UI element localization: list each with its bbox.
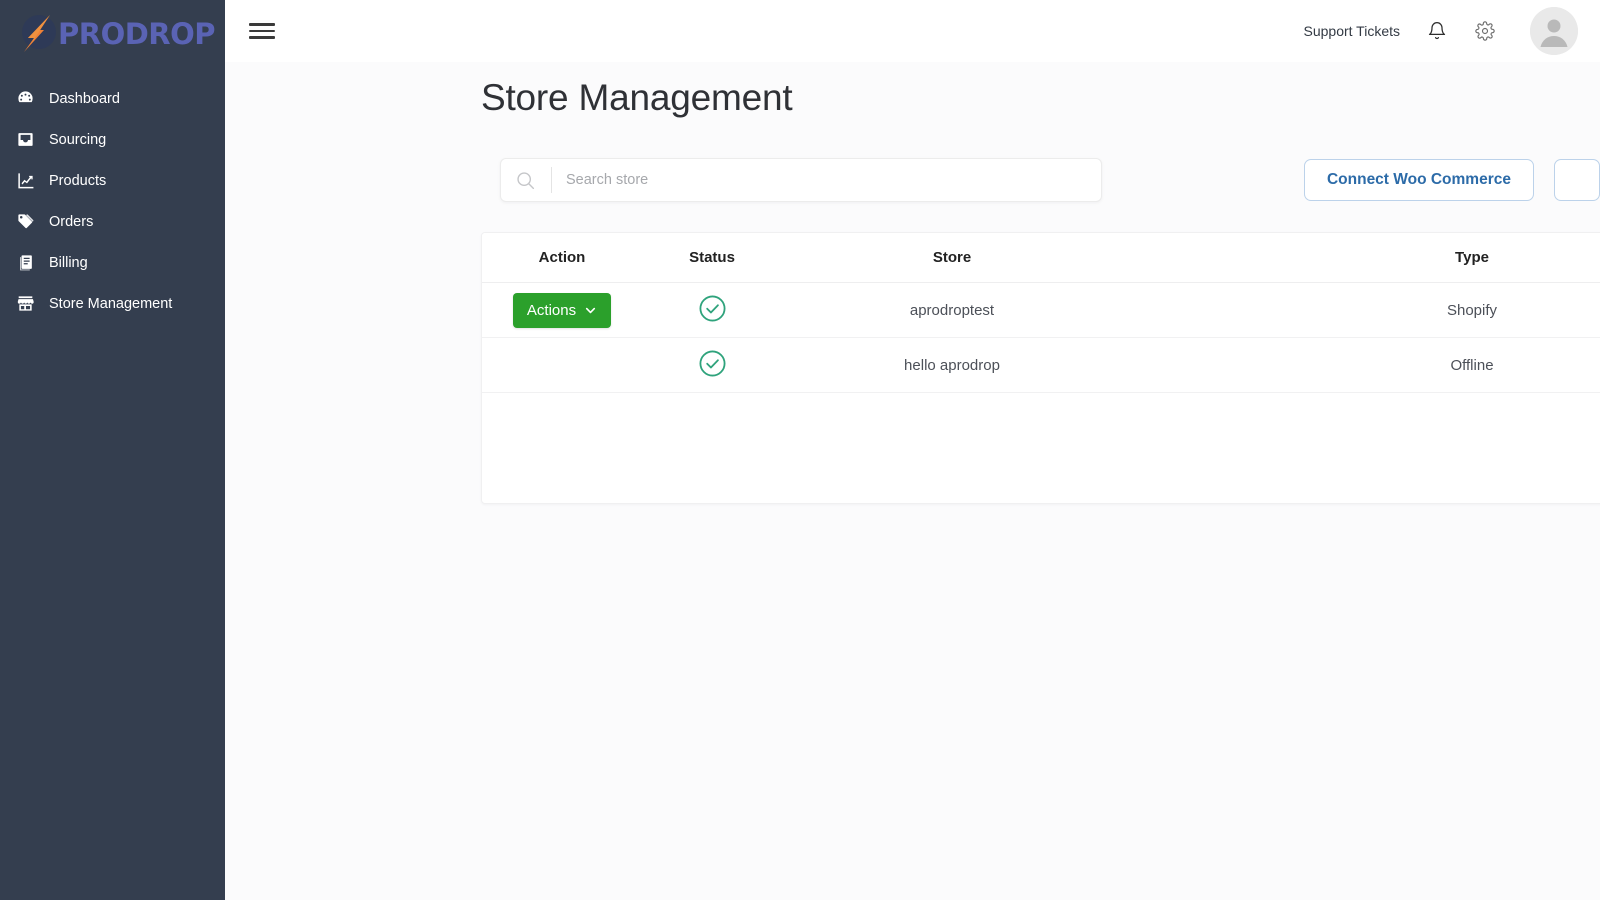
cell-type: Offline (1122, 337, 1600, 394)
aprodrop-arrow-logo-icon (14, 11, 60, 57)
search-box[interactable] (500, 158, 1102, 203)
column-header-action: Action (482, 233, 642, 284)
topbar-right-group: Support Tickets (1304, 7, 1578, 55)
content-area: Support Tickets Store Management Search … (225, 0, 1600, 900)
sidebar-nav: Dashboard Sourcing Products Orders Billi… (0, 78, 225, 324)
check-circle-icon (698, 294, 727, 323)
cell-store: aprodroptest (782, 282, 1122, 339)
gear-icon[interactable] (1474, 20, 1496, 42)
sidebar-item-label: Sourcing (49, 132, 107, 149)
chart-line-icon (16, 171, 35, 190)
sidebar-item-orders[interactable]: Orders (0, 201, 225, 242)
table-header: Action Status Store Type Date (482, 233, 1600, 284)
hamburger-icon[interactable] (249, 21, 275, 41)
sidebar-item-label: Products (49, 173, 107, 190)
cell-store: hello aprodrop (782, 337, 1122, 394)
dashboard-icon (16, 89, 35, 108)
toolbar-actions: Connect Woo Commerce (1303, 159, 1600, 202)
column-header-status: Status (642, 233, 782, 284)
cell-type: Shopify (1122, 282, 1600, 339)
cell-action (482, 337, 642, 394)
connect-woo-commerce-button[interactable]: Connect Woo Commerce (1303, 159, 1534, 202)
receipt-icon (16, 253, 35, 272)
table-body: Actions aprodroptest Shopify hello aprod… (482, 282, 1600, 394)
actions-button-label: Actions (526, 301, 577, 319)
sidebar-item-label: Dashboard (49, 91, 120, 108)
cell-status (642, 337, 782, 394)
search-input[interactable] (552, 159, 1101, 202)
topbar: Support Tickets (225, 0, 1600, 62)
actions-dropdown-button[interactable]: Actions (512, 292, 612, 328)
column-header-type: Type (1122, 233, 1600, 284)
sidebar-item-label: Orders (49, 214, 94, 231)
sidebar-item-products[interactable]: Products (0, 160, 225, 201)
connect-secondary-button[interactable] (1554, 159, 1600, 202)
toolbar: Connect Woo Commerce (225, 120, 1600, 203)
main-content: Store Management Connect Woo Commerce (225, 62, 1600, 900)
sidebar-item-store-management[interactable]: Store Management (0, 283, 225, 324)
table-header-row: Action Status Store Type Date (482, 233, 1600, 284)
support-tickets-link[interactable]: Support Tickets (1304, 23, 1401, 39)
table-row: Actions aprodroptest Shopify (482, 282, 1600, 339)
search-icon (515, 169, 537, 191)
inbox-icon (16, 130, 35, 149)
sidebar-item-billing[interactable]: Billing (0, 242, 225, 283)
tag-icon (16, 212, 35, 231)
table-row: hello aprodrop Offline 20 (482, 337, 1600, 394)
sidebar-item-sourcing[interactable]: Sourcing (0, 119, 225, 160)
sidebar: PRODROP Dashboard Sourcing Products Orde… (0, 0, 225, 900)
brand-name: PRODROP (58, 16, 216, 51)
sidebar-item-label: Store Management (49, 296, 173, 313)
column-header-store: Store (782, 233, 1122, 284)
store-icon (16, 294, 35, 313)
chevron-down-icon (584, 304, 597, 317)
sidebar-item-label: Billing (49, 255, 88, 272)
cell-action: Actions (482, 282, 642, 339)
brand-logo[interactable]: PRODROP (0, 0, 225, 68)
app-root: PRODROP Dashboard Sourcing Products Orde… (0, 0, 1600, 900)
store-table-card: Action Status Store Type Date Actions (481, 232, 1600, 505)
avatar[interactable] (1530, 7, 1578, 55)
sidebar-item-dashboard[interactable]: Dashboard (0, 78, 225, 119)
check-circle-icon (698, 349, 727, 378)
cell-status (642, 282, 782, 339)
store-table: Action Status Store Type Date Actions (482, 233, 1600, 394)
page-title: Store Management (481, 77, 793, 118)
bell-icon[interactable] (1426, 20, 1448, 42)
